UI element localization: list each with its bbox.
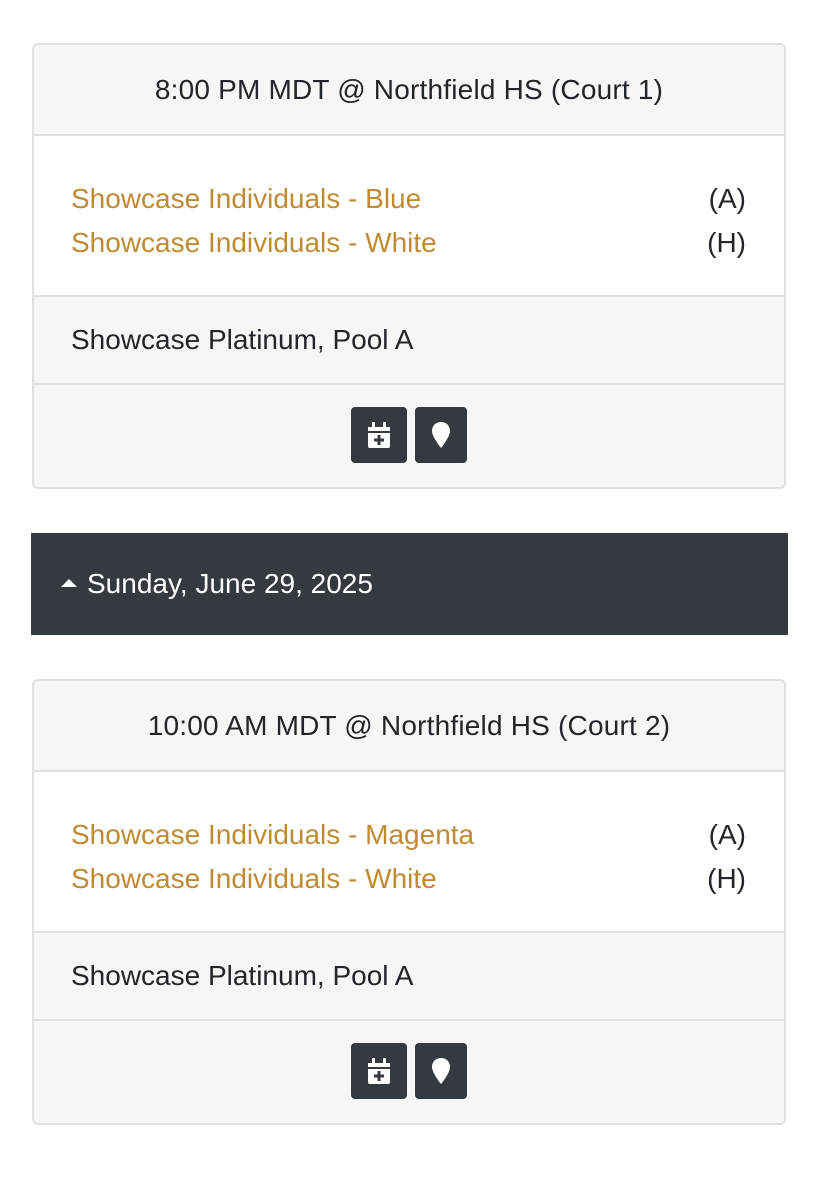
game-card: 10:00 AM MDT @ Northfield HS (Court 2) S…: [32, 679, 786, 1125]
team-link-home[interactable]: Showcase Individuals - White: [71, 227, 437, 259]
add-to-calendar-button[interactable]: [351, 407, 407, 463]
team-side-label: (A): [708, 183, 746, 214]
team-row: Showcase Individuals - White (H): [71, 857, 746, 901]
map-pin-icon: [432, 422, 450, 448]
division-label: Showcase Platinum, Pool A: [34, 933, 784, 1021]
game-time-location: 10:00 AM MDT @ Northfield HS (Court 2): [34, 681, 784, 772]
calendar-plus-icon: [368, 1058, 390, 1084]
teams-list: Showcase Individuals - Magenta (A) Showc…: [34, 772, 784, 933]
add-to-calendar-button[interactable]: [351, 1043, 407, 1099]
game-card: 8:00 PM MDT @ Northfield HS (Court 1) Sh…: [32, 43, 786, 489]
caret-up-icon: [61, 579, 77, 587]
map-location-button[interactable]: [415, 1043, 467, 1099]
calendar-plus-icon: [368, 422, 390, 448]
game-time-location: 8:00 PM MDT @ Northfield HS (Court 1): [34, 45, 784, 136]
team-link-away[interactable]: Showcase Individuals - Magenta: [71, 819, 474, 851]
team-side-label: (H): [707, 863, 746, 894]
team-row: Showcase Individuals - White (H): [71, 221, 746, 265]
game-actions: [34, 385, 784, 487]
map-location-button[interactable]: [415, 407, 467, 463]
game-actions: [34, 1021, 784, 1123]
team-side-label: (H): [707, 227, 746, 258]
schedule-page: 8:00 PM MDT @ Northfield HS (Court 1) Sh…: [0, 0, 819, 1200]
team-row: Showcase Individuals - Blue (A): [71, 177, 746, 221]
day-header-label: Sunday, June 29, 2025: [87, 568, 373, 599]
teams-list: Showcase Individuals - Blue (A) Showcase…: [34, 136, 784, 297]
team-side-label: (A): [708, 819, 746, 850]
day-header-toggle[interactable]: Sunday, June 29, 2025: [31, 533, 788, 635]
team-link-home[interactable]: Showcase Individuals - White: [71, 863, 437, 895]
team-row: Showcase Individuals - Magenta (A): [71, 813, 746, 857]
division-label: Showcase Platinum, Pool A: [34, 297, 784, 385]
team-link-away[interactable]: Showcase Individuals - Blue: [71, 183, 421, 215]
map-pin-icon: [432, 1058, 450, 1084]
